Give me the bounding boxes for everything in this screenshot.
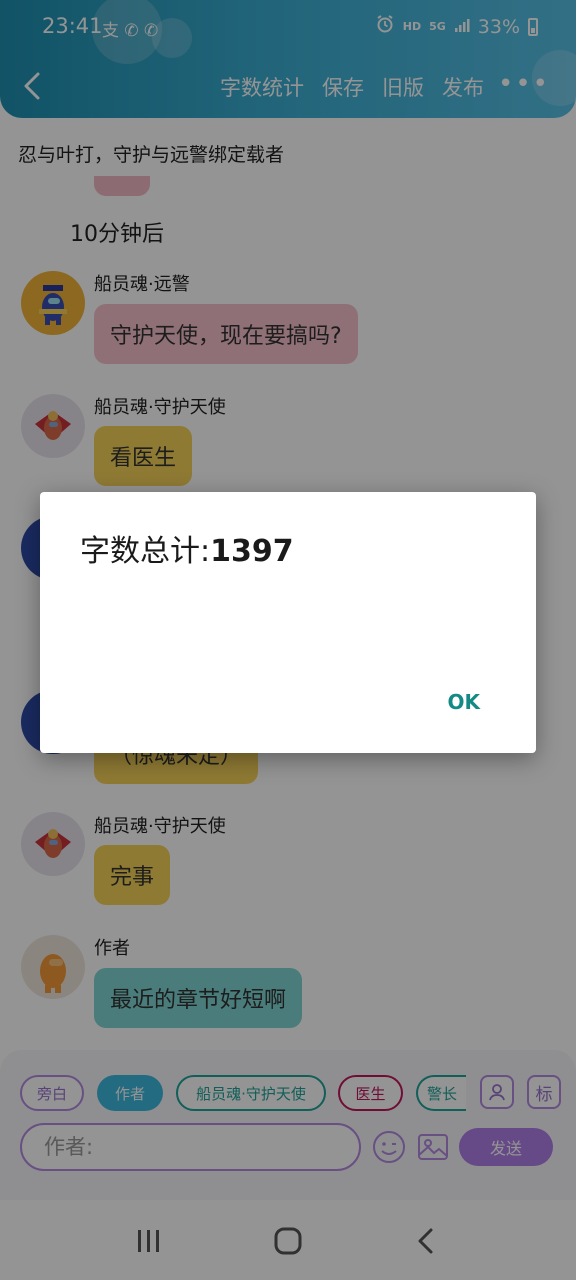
word-count-value: 1397 xyxy=(210,534,294,569)
ok-button[interactable]: OK xyxy=(448,690,481,714)
word-count-label: 字数总计: xyxy=(80,534,211,569)
dialog-message: 字数总计:1397 xyxy=(80,526,294,570)
word-count-dialog: 字数总计:1397 OK xyxy=(40,492,536,753)
